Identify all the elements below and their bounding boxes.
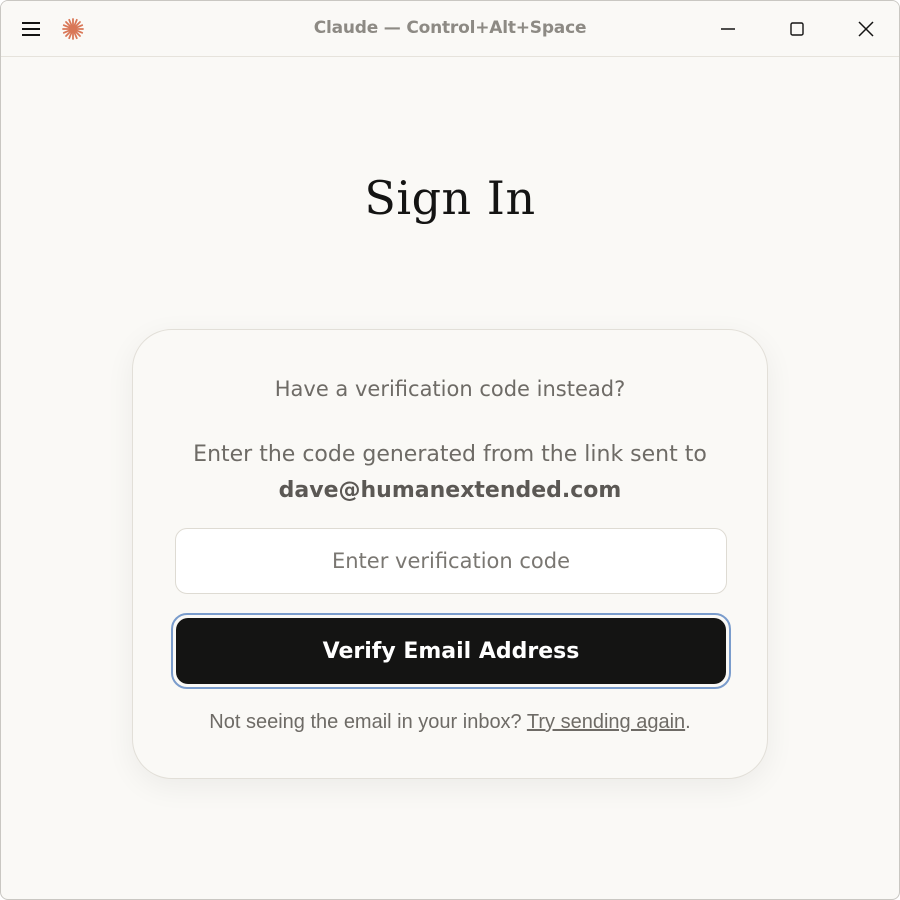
verification-code-input[interactable] — [175, 528, 727, 594]
user-email: dave@humanextended.com — [278, 478, 622, 503]
resend-text: Not seeing the email in your inbox? — [209, 711, 527, 733]
close-icon — [858, 21, 874, 37]
try-sending-again-link[interactable]: Try sending again — [527, 711, 685, 733]
minimize-icon — [721, 28, 735, 30]
resend-suffix: . — [685, 711, 691, 733]
verification-prompt: Have a verification code instead? — [274, 377, 626, 401]
resend-row: Not seeing the email in your inbox? Try … — [133, 711, 767, 734]
minimize-button[interactable] — [705, 11, 751, 47]
verify-email-button-label: Verify Email Address — [176, 618, 726, 684]
window-title: Claude — Control+Alt+Space — [313, 18, 587, 38]
maximize-button[interactable] — [774, 11, 820, 47]
app-window: Claude — Control+Alt+Space Sign In Have … — [0, 0, 900, 900]
maximize-icon — [790, 22, 804, 36]
verification-card: Have a verification code instead? Enter … — [132, 329, 768, 779]
title-bar: Claude — Control+Alt+Space — [1, 1, 899, 57]
instructions-text: Enter the code generated from the link s… — [193, 442, 707, 467]
close-button[interactable] — [843, 11, 889, 47]
verify-email-button[interactable]: Verify Email Address — [171, 613, 731, 689]
page-title: Sign In — [364, 171, 536, 225]
verification-instructions: Enter the code generated from the link s… — [133, 437, 767, 509]
